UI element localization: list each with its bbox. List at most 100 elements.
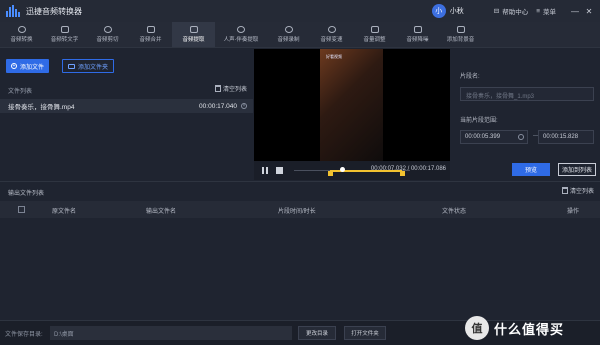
tool-label: 添加背景音 (446, 37, 475, 43)
bgm-icon (456, 26, 465, 33)
speed-icon (327, 26, 336, 33)
clear-output-button[interactable]: 清空列表 (561, 186, 594, 195)
tool-label: 音频转换 (10, 37, 33, 43)
video-preview: 好看视频 (254, 49, 450, 161)
pause-icon[interactable] (262, 167, 268, 174)
clip-name-label: 片段名: (460, 74, 480, 80)
remove-file-icon[interactable]: × (241, 103, 247, 109)
clear-list-label: 清空列表 (222, 87, 247, 93)
file-name: 接骨奏乐，接骨舞.mp4 (8, 104, 75, 111)
watermark-text: 什么值得买 (494, 321, 565, 337)
trash-icon (214, 85, 221, 92)
reset-start-icon[interactable] (518, 134, 524, 140)
vocal-icon (237, 26, 245, 33)
preview-button[interactable]: 预览 (512, 163, 550, 176)
merge-icon (146, 26, 155, 33)
col-clip-time: 片段时间/时长 (278, 209, 316, 215)
total-time: 00:00:17.086 (410, 166, 446, 172)
help-center-label: 帮助中心 (502, 9, 529, 16)
app-logo-icon (6, 5, 20, 17)
col-output-name: 输出文件名 (146, 209, 177, 215)
range-start-handle[interactable] (327, 171, 333, 176)
tool-vocal-extract[interactable]: 人声-伴奏提取 (215, 22, 267, 47)
tool-audio-record[interactable]: 音频录制 (267, 22, 310, 47)
menu-label: 菜单 (543, 9, 556, 16)
file-duration: 00:00:17.040 (199, 102, 237, 110)
tool-label: 人声-伴奏提取 (223, 37, 259, 43)
file-list-header: 文件列表 (8, 89, 33, 95)
tool-label: 音频变速 (320, 37, 343, 43)
time-separator: / (407, 166, 410, 172)
playhead[interactable] (339, 167, 345, 172)
tool-audio-convert[interactable]: 音频转换 (0, 22, 43, 47)
change-dir-button[interactable]: 更改目录 (298, 326, 336, 340)
volume-icon (370, 26, 379, 33)
clip-name-input[interactable]: 接骨奏乐，接骨舞_1.mp3 (460, 87, 594, 101)
username[interactable]: 小秋 (450, 6, 464, 16)
tool-label: 音频提取 (182, 37, 205, 43)
title-bar: 迅捷音频转换器 小 小秋 ⊟ 帮助中心 ≡ 菜单 — ✕ (0, 0, 600, 22)
app-title: 迅捷音频转换器 (26, 6, 82, 16)
tool-label: 音频录制 (277, 37, 300, 43)
clip-settings-panel: 片段名: 接骨奏乐，接骨舞_1.mp3 当前片段范围: 00:00:05.399… (450, 49, 600, 180)
convert-icon (17, 26, 26, 33)
start-time-value: 00:00:05.399 (465, 134, 501, 140)
denoise-icon (413, 26, 422, 33)
add-to-list-button[interactable]: 添加到列表 (558, 163, 596, 176)
tool-label: 音频合并 (139, 37, 162, 43)
open-folder-button[interactable]: 打开文件夹 (344, 326, 386, 340)
end-time-value: 00:00:15.828 (543, 134, 579, 140)
tool-audio-to-text[interactable]: 音频转文字 (43, 22, 86, 47)
tool-label: 音频剪切 (96, 37, 119, 43)
feature-toolbar: 音频转换 音频转文字 音频剪切 音频合并 音频提取 人声-伴奏提取 音频录制 音… (0, 22, 600, 48)
record-icon (284, 26, 293, 33)
video-watermark: 好看视频 (326, 54, 342, 59)
stop-icon[interactable] (276, 167, 283, 174)
folder-icon (68, 63, 75, 69)
site-watermark: 值 什么值得买 (465, 313, 564, 343)
save-dir-label: 文件保存目录: (5, 332, 43, 338)
save-dir-input[interactable]: D:\桌面 (50, 326, 292, 340)
tool-audio-speed[interactable]: 音频变速 (310, 22, 353, 47)
tool-label: 音量调整 (363, 37, 386, 43)
add-folder-label: 添加文件夹 (78, 64, 109, 71)
watermark-logo: 值 (465, 316, 489, 340)
add-file-button[interactable]: + 添加文件 (6, 59, 50, 73)
select-all-checkbox[interactable] (18, 206, 25, 213)
text-icon (60, 26, 69, 33)
tool-label: 音频转文字 (50, 37, 79, 43)
tool-audio-extract[interactable]: 音频提取 (172, 22, 215, 47)
end-time-field[interactable]: 00:00:15.828 (538, 130, 594, 144)
help-icon: ⊟ (493, 8, 500, 15)
close-button[interactable]: ✕ (582, 0, 596, 22)
player-controls: 00:00:07.032 / 00:00:17.086 (254, 161, 450, 180)
help-center-button[interactable]: ⊟ 帮助中心 (494, 6, 528, 16)
tool-audio-cut[interactable]: 音频剪切 (86, 22, 129, 47)
avatar[interactable]: 小 (431, 4, 446, 18)
clear-output-label: 清空列表 (569, 189, 594, 195)
add-file-label: 添加文件 (20, 64, 45, 71)
tool-label: 音频降噪 (406, 37, 429, 43)
start-time-field[interactable]: 00:00:05.399 (460, 130, 528, 144)
file-list-item[interactable]: 接骨奏乐，接骨舞.mp4 00:00:17.040 × (0, 99, 253, 113)
tool-audio-denoise[interactable]: 音频降噪 (396, 22, 439, 47)
menu-icon: ≡ (536, 7, 540, 15)
plus-icon: + (11, 63, 17, 69)
output-table-header: 原文件名 输出文件名 片段时间/时长 文件状态 操作 (0, 201, 600, 218)
col-source-name: 原文件名 (52, 209, 77, 215)
tool-add-bgm[interactable]: 添加背景音 (439, 22, 482, 47)
output-file-panel: 输出文件列表 清空列表 原文件名 输出文件名 片段时间/时长 文件状态 操作 (0, 181, 600, 319)
trash-icon (561, 187, 568, 194)
col-status: 文件状态 (442, 209, 467, 215)
add-folder-button[interactable]: 添加文件夹 (62, 59, 115, 73)
scissors-icon (103, 26, 112, 33)
col-actions: 操作 (567, 209, 580, 215)
minimize-button[interactable]: — (568, 0, 582, 22)
clear-file-list-button[interactable]: 清空列表 (214, 84, 247, 93)
clip-range-label: 当前片段范围: (460, 118, 498, 124)
video-frame: 好看视频 (320, 49, 383, 161)
output-list-title: 输出文件列表 (8, 191, 45, 197)
tool-audio-merge[interactable]: 音频合并 (129, 22, 172, 47)
menu-button[interactable]: ≡ 菜单 (536, 6, 556, 17)
tool-volume-adjust[interactable]: 音量调整 (353, 22, 396, 47)
